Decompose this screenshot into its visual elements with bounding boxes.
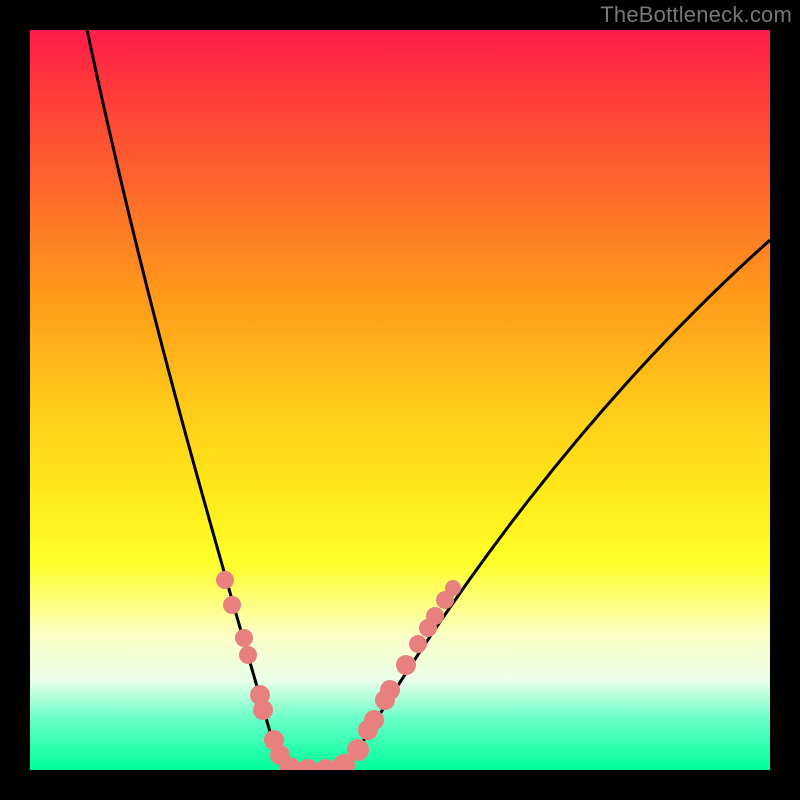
marker-left-0 bbox=[216, 571, 234, 589]
marker-left-2 bbox=[235, 629, 253, 647]
marker-right-9 bbox=[445, 580, 461, 596]
curve-left-branch bbox=[85, 30, 322, 770]
marker-left-5 bbox=[253, 700, 273, 720]
marker-left-3 bbox=[239, 646, 257, 664]
marker-right-7 bbox=[426, 607, 444, 625]
curve-group bbox=[85, 30, 770, 770]
marker-right-5 bbox=[409, 635, 427, 653]
watermark-text: TheBottleneck.com bbox=[600, 2, 792, 28]
marker-right-4 bbox=[396, 655, 416, 675]
chart-svg bbox=[30, 30, 770, 770]
marker-right-3 bbox=[380, 680, 400, 700]
marker-bottom-4 bbox=[347, 739, 369, 761]
marker-left-1 bbox=[223, 596, 241, 614]
chart-plot-area bbox=[30, 30, 770, 770]
marker-right-1 bbox=[364, 710, 384, 730]
